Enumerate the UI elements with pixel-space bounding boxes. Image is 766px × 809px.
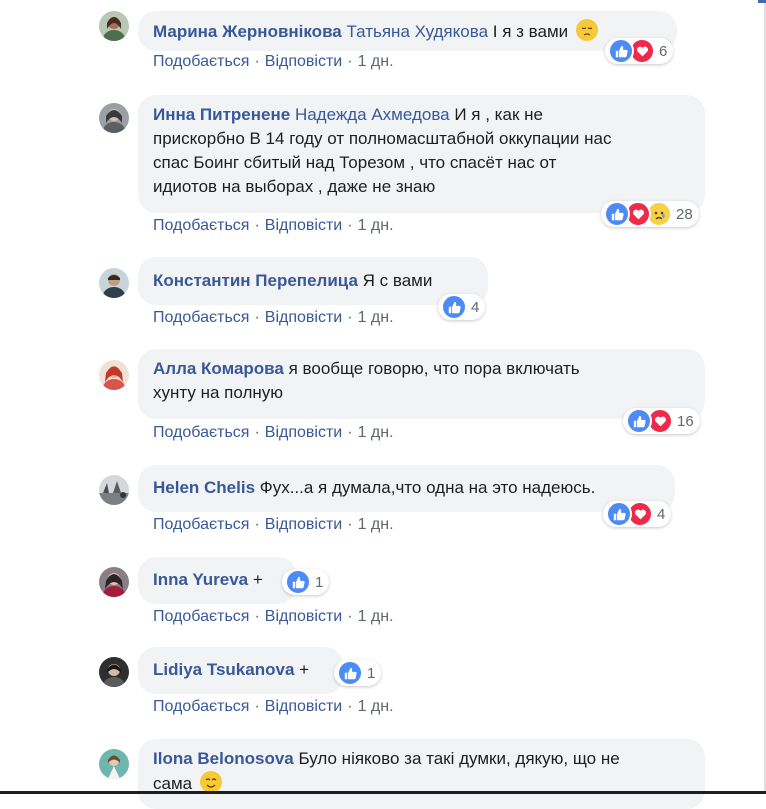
like-link[interactable]: Подобається — [153, 424, 249, 441]
reaction-summary[interactable]: 4 — [438, 294, 486, 320]
comment-time[interactable]: 1 дн. — [358, 516, 394, 533]
comment-text-line: идиотов на выборах , даже не знаю — [153, 177, 436, 196]
like-link[interactable]: Подобається — [153, 53, 249, 70]
comment-text-line: прискорбно В 14 году от полномасштабной … — [153, 129, 612, 148]
reaction-summary[interactable]: 1 — [282, 569, 330, 595]
comment-bubble: Константин Перепелица Я с вами — [138, 257, 488, 305]
top-corner-accent — [758, 0, 766, 3]
mentioned-user[interactable]: Надежда Ахмедова — [295, 105, 450, 124]
comment-actions: Подобається · Відповісти · 1 дн. — [153, 424, 394, 441]
comment-time[interactable]: 1 дн. — [358, 53, 394, 70]
like-reaction-icon — [285, 569, 311, 595]
comment-text: + — [299, 660, 310, 679]
comment-author[interactable]: Инна Питренене — [153, 105, 290, 124]
reaction-summary[interactable]: 4 — [603, 501, 672, 527]
reaction-count: 4 — [471, 298, 480, 316]
comment-text: Фух...а я думала,что одна на это надеюсь… — [259, 478, 596, 497]
comment-author[interactable]: Константин Перепелица — [153, 271, 358, 290]
reply-link[interactable]: Відповісти — [265, 217, 342, 234]
like-reaction-icon — [337, 660, 363, 686]
reaction-count: 4 — [657, 505, 666, 523]
comment-author[interactable]: Helen Chelis — [153, 478, 255, 497]
comment-time[interactable]: 1 дн. — [358, 424, 394, 441]
reply-link[interactable]: Відповісти — [265, 608, 342, 625]
comment-text-line: я вообще говорю, что пора включать — [288, 359, 580, 378]
comment-actions: Подобається · Відповісти · 1 дн. — [153, 309, 394, 326]
like-reaction-icon — [441, 294, 467, 320]
like-link[interactable]: Подобається — [153, 309, 249, 326]
comment-author[interactable]: Марина Жерновнікова — [153, 22, 342, 41]
avatar[interactable] — [99, 11, 129, 41]
comment-text-line: спас Боинг сбитый над Торезом , что спас… — [153, 153, 557, 172]
mentioned-user[interactable]: Татьяна Худякова — [347, 22, 489, 41]
comment-author[interactable]: Inna Yureva — [153, 570, 248, 589]
reply-link[interactable]: Відповісти — [265, 516, 342, 533]
comment-bubble: Ilona Belonosova Було ніяково за такі ду… — [138, 739, 705, 809]
comment-text: + — [252, 570, 263, 589]
reaction-count: 1 — [315, 573, 324, 591]
avatar[interactable] — [99, 567, 129, 597]
avatar[interactable] — [99, 475, 129, 505]
pensive-emoji-icon — [575, 19, 598, 41]
comment-actions: Подобається · Відповісти · 1 дн. — [153, 516, 394, 533]
comment-bubble: Inna Yureva + — [138, 557, 296, 604]
comment-author[interactable]: Ilona Belonosova — [153, 749, 294, 768]
reaction-count: 16 — [677, 412, 694, 430]
reaction-summary[interactable]: 16 — [623, 408, 700, 434]
comment-text: Я с вами — [362, 271, 433, 290]
comment-time[interactable]: 1 дн. — [358, 217, 394, 234]
avatar[interactable] — [99, 268, 129, 298]
comment-bubble: Инна Питренене Надежда Ахмедова И я , ка… — [138, 95, 705, 213]
reaction-summary[interactable]: 28 — [601, 201, 699, 227]
reply-link[interactable]: Відповісти — [265, 698, 342, 715]
comment-time[interactable]: 1 дн. — [358, 698, 394, 715]
comment-bubble: Helen Chelis Фух...а я думала,что одна н… — [138, 465, 675, 512]
avatar[interactable] — [99, 360, 129, 390]
avatar[interactable] — [99, 103, 129, 133]
comment-bubble: Алла Комарова я вообще говорю, что пора … — [138, 349, 705, 419]
comment-actions: Подобається · Відповісти · 1 дн. — [153, 608, 394, 625]
avatar[interactable] — [99, 749, 129, 779]
comment-author[interactable]: Алла Комарова — [153, 359, 284, 378]
like-link[interactable]: Подобається — [153, 516, 249, 533]
comment-bubble: Lidiya Tsukanova + — [138, 647, 343, 694]
like-reaction-icon — [604, 201, 630, 227]
avatar[interactable] — [99, 657, 129, 687]
reply-link[interactable]: Відповісти — [265, 424, 342, 441]
comment-time[interactable]: 1 дн. — [358, 608, 394, 625]
comment-time[interactable]: 1 дн. — [358, 309, 394, 326]
like-reaction-icon — [608, 38, 634, 64]
reaction-count: 28 — [676, 205, 693, 223]
like-link[interactable]: Подобається — [153, 698, 249, 715]
reply-link[interactable]: Відповісти — [265, 309, 342, 326]
reaction-summary[interactable]: 1 — [334, 660, 382, 686]
reaction-count: 1 — [367, 664, 376, 682]
comment-bubble: Марина Жерновнікова Татьяна Худякова I я… — [138, 11, 677, 51]
like-link[interactable]: Подобається — [153, 608, 249, 625]
comment-actions: Подобається · Відповісти · 1 дн. — [153, 698, 394, 715]
reaction-summary[interactable]: 6 — [605, 38, 674, 64]
comment-text-line: И я , как не — [454, 105, 543, 124]
comment-actions: Подобається · Відповісти · 1 дн. — [153, 217, 394, 234]
like-reaction-icon — [606, 501, 632, 527]
reply-link[interactable]: Відповісти — [265, 53, 342, 70]
like-link[interactable]: Подобається — [153, 217, 249, 234]
comment-text: I я з вами — [492, 22, 569, 41]
comment-text-line: Було ніяково за такі думки, дякую, що не — [298, 749, 620, 768]
smile-emoji-icon — [199, 771, 222, 793]
comment-author[interactable]: Lidiya Tsukanova — [153, 660, 294, 679]
reaction-count: 6 — [659, 42, 668, 60]
comment-actions: Подобається · Відповісти · 1 дн. — [153, 53, 394, 70]
comment-text-line: хунту на полную — [153, 383, 283, 402]
like-reaction-icon — [626, 408, 652, 434]
